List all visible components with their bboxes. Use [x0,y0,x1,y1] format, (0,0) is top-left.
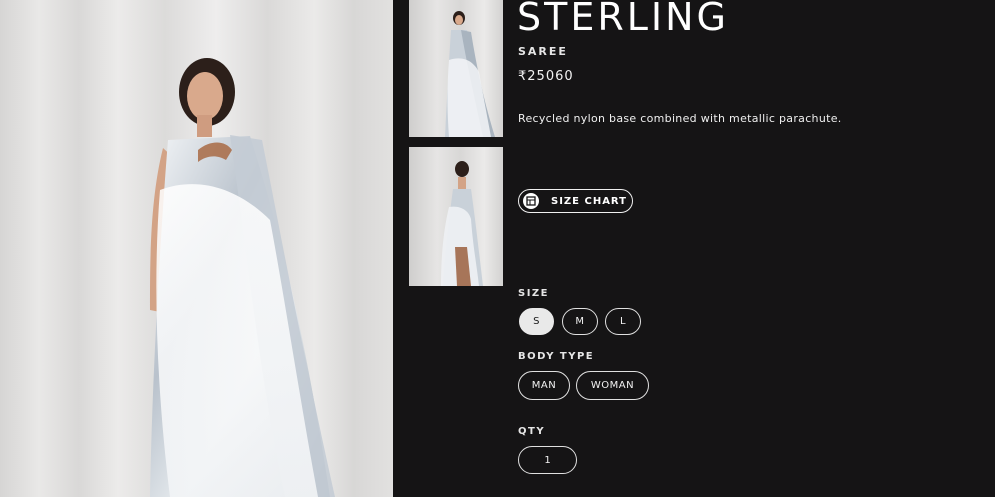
body-type-label: BODY TYPE [518,351,595,362]
main-product-image [0,0,393,497]
size-chart-icon [523,193,539,209]
size-chart-button[interactable]: SIZE CHART [518,189,633,213]
product-price: ₹25060 [518,69,574,84]
size-option-m[interactable]: M [562,308,598,335]
body-type-option-man[interactable]: MAN [518,371,570,400]
size-option-l[interactable]: L [605,308,641,335]
size-label: SIZE [518,288,550,299]
body-type-option-woman[interactable]: WOMAN [576,371,649,400]
product-description: Recycled nylon base combined with metall… [518,112,842,125]
size-option-s[interactable]: S [519,308,554,335]
thumbnail-back[interactable] [409,147,503,286]
product-title: STERLING [517,0,729,39]
product-page: STERLING SAREE ₹25060 Recycled nylon bas… [0,0,995,497]
product-category: SAREE [518,45,568,58]
size-chart-label: SIZE CHART [551,195,628,207]
thumbnail-front[interactable] [409,0,503,137]
qty-label: QTY [518,426,546,437]
quantity-input[interactable]: 1 [518,446,577,474]
